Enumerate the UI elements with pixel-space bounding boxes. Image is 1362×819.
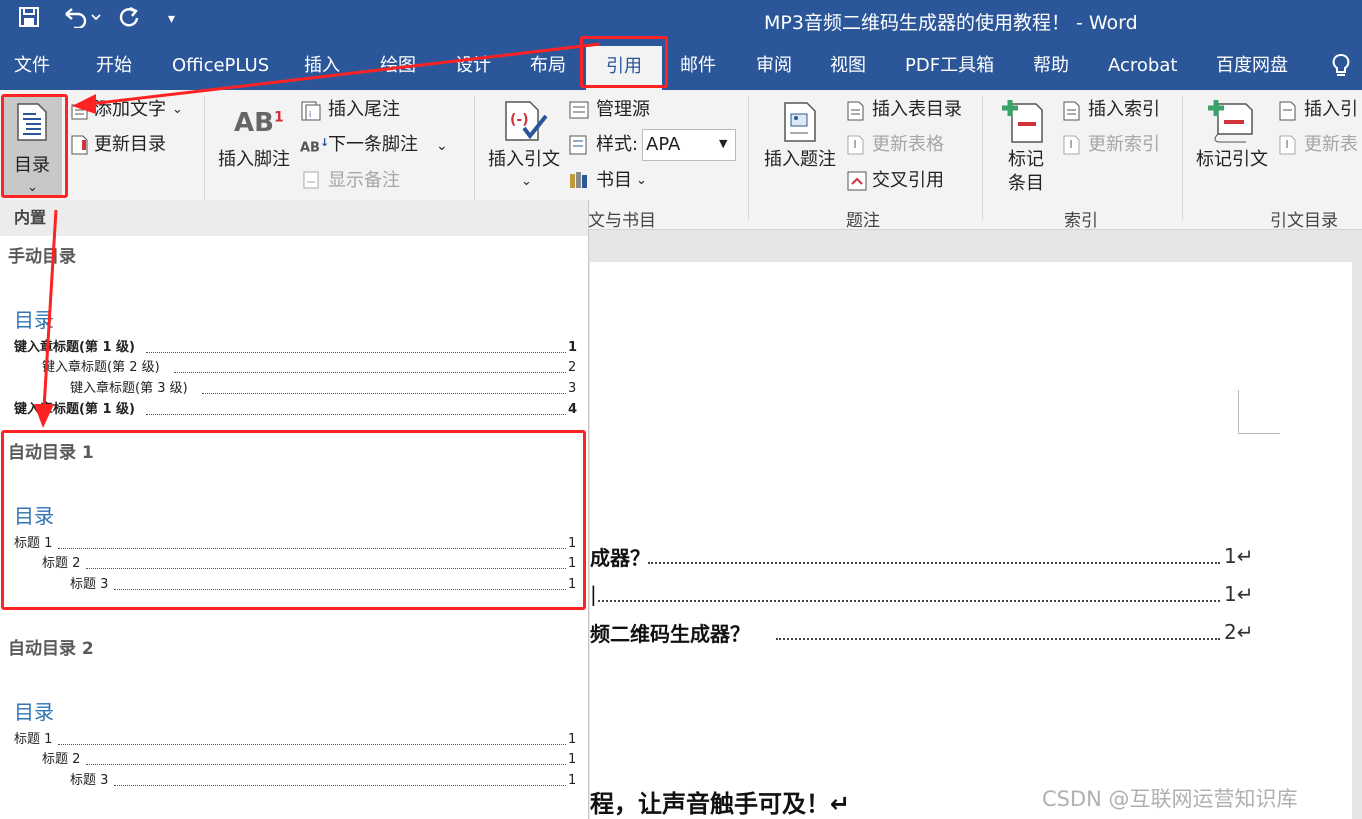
annotation-arrow-head — [72, 94, 96, 114]
annotation-arrows — [34, 42, 601, 428]
watermark: CSDN @互联网运营知识库 — [1042, 787, 1298, 811]
annotation-arrow-line — [42, 209, 58, 409]
annotation-arrow-line — [89, 42, 601, 106]
annotation-arrow-head — [34, 404, 54, 428]
